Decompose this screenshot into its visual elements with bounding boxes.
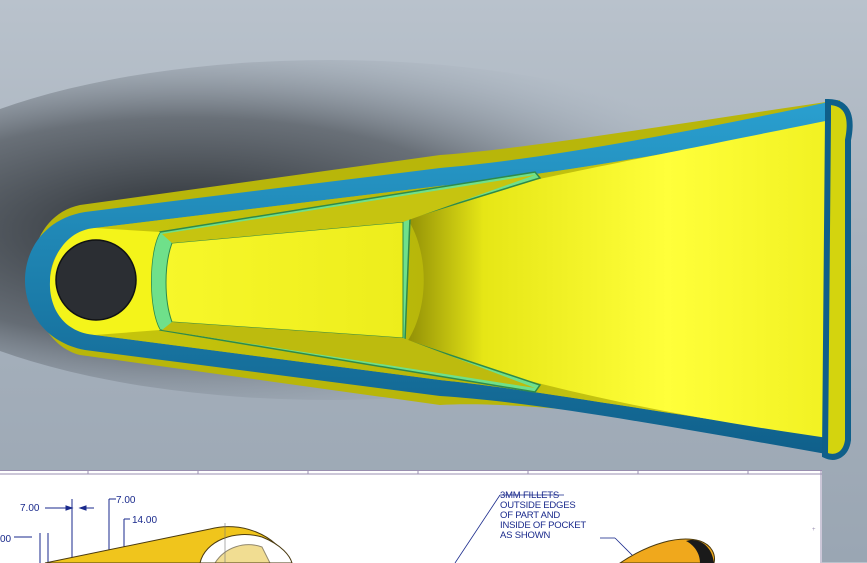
dimension-cut: 00 <box>0 534 12 545</box>
note-leader-left <box>454 494 501 563</box>
drawing-iso-view <box>619 538 715 563</box>
pivot-hole <box>55 239 137 321</box>
dimension-7-right: 7.00 <box>116 495 136 506</box>
drawing-part-view <box>44 523 293 563</box>
dimension-7-left: 7.00 <box>20 503 40 514</box>
dimension-14: 14.00 <box>132 515 157 526</box>
cad-3d-viewport[interactable] <box>0 0 867 470</box>
end-face <box>821 98 853 460</box>
border-mark: + <box>812 527 816 533</box>
fillet-note-line-5: AS SHOWN <box>500 530 550 541</box>
engineering-drawing-panel[interactable]: 7.00 7.00 14.00 00 3MM FILLETS OUTSIDE E… <box>0 470 822 563</box>
